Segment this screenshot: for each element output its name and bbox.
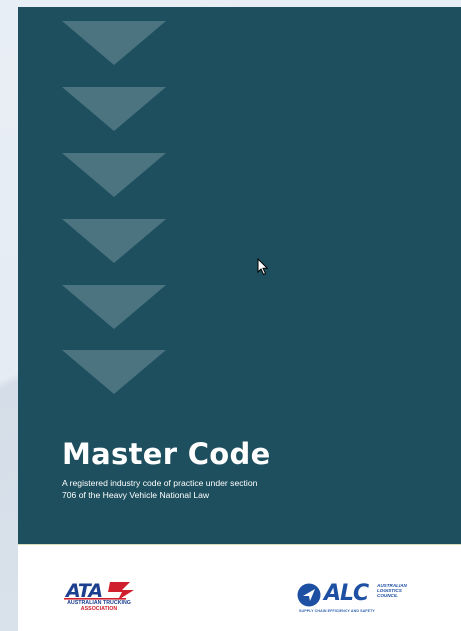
ata-logo-text: AUSTRALIAN TRUCKING ASSOCIATION: [60, 600, 138, 612]
mouse-pointer-icon: [257, 258, 269, 276]
ata-logo-mark: ATA: [64, 580, 134, 601]
alc-name: AUSTRALIAN LOGISTICS COUNCIL: [377, 583, 407, 599]
chevron-down-icon: [62, 350, 166, 394]
chevron-down-icon: [62, 21, 166, 65]
ata-name-line-2: ASSOCIATION: [80, 606, 118, 612]
ata-logo: ATA AUSTRALIAN TRUCKING ASSOCIATION: [60, 579, 138, 621]
alc-arrow-icon: [297, 583, 321, 607]
chevron-stack: [62, 21, 166, 401]
subtitle-line-2: 706 of the Heavy Vehicle National Law: [62, 490, 210, 500]
alc-tagline: SUPPLY CHAIN EFFICIENCY AND SAFETY: [299, 609, 375, 613]
chevron-down-icon: [62, 285, 166, 329]
cover-panel: Master Code A registered industry code o…: [18, 7, 461, 544]
document-subtitle: A registered industry code of practice u…: [62, 477, 322, 501]
alc-logo: ALC AUSTRALIAN LOGISTICS COUNCIL SUPPLY …: [297, 581, 423, 621]
alc-logo-mark: ALC: [324, 581, 369, 606]
chevron-down-icon: [62, 87, 166, 131]
logo-footer: ATA AUSTRALIAN TRUCKING ASSOCIATION ALC …: [18, 545, 461, 631]
subtitle-line-1: A registered industry code of practice u…: [62, 478, 258, 488]
chevron-down-icon: [62, 219, 166, 263]
alc-name-line-3: COUNCIL: [377, 593, 398, 599]
document-title: Master Code: [62, 437, 271, 471]
document-page: Master Code A registered industry code o…: [18, 7, 461, 631]
svg-text:ATA: ATA: [64, 580, 102, 601]
chevron-down-icon: [62, 153, 166, 197]
